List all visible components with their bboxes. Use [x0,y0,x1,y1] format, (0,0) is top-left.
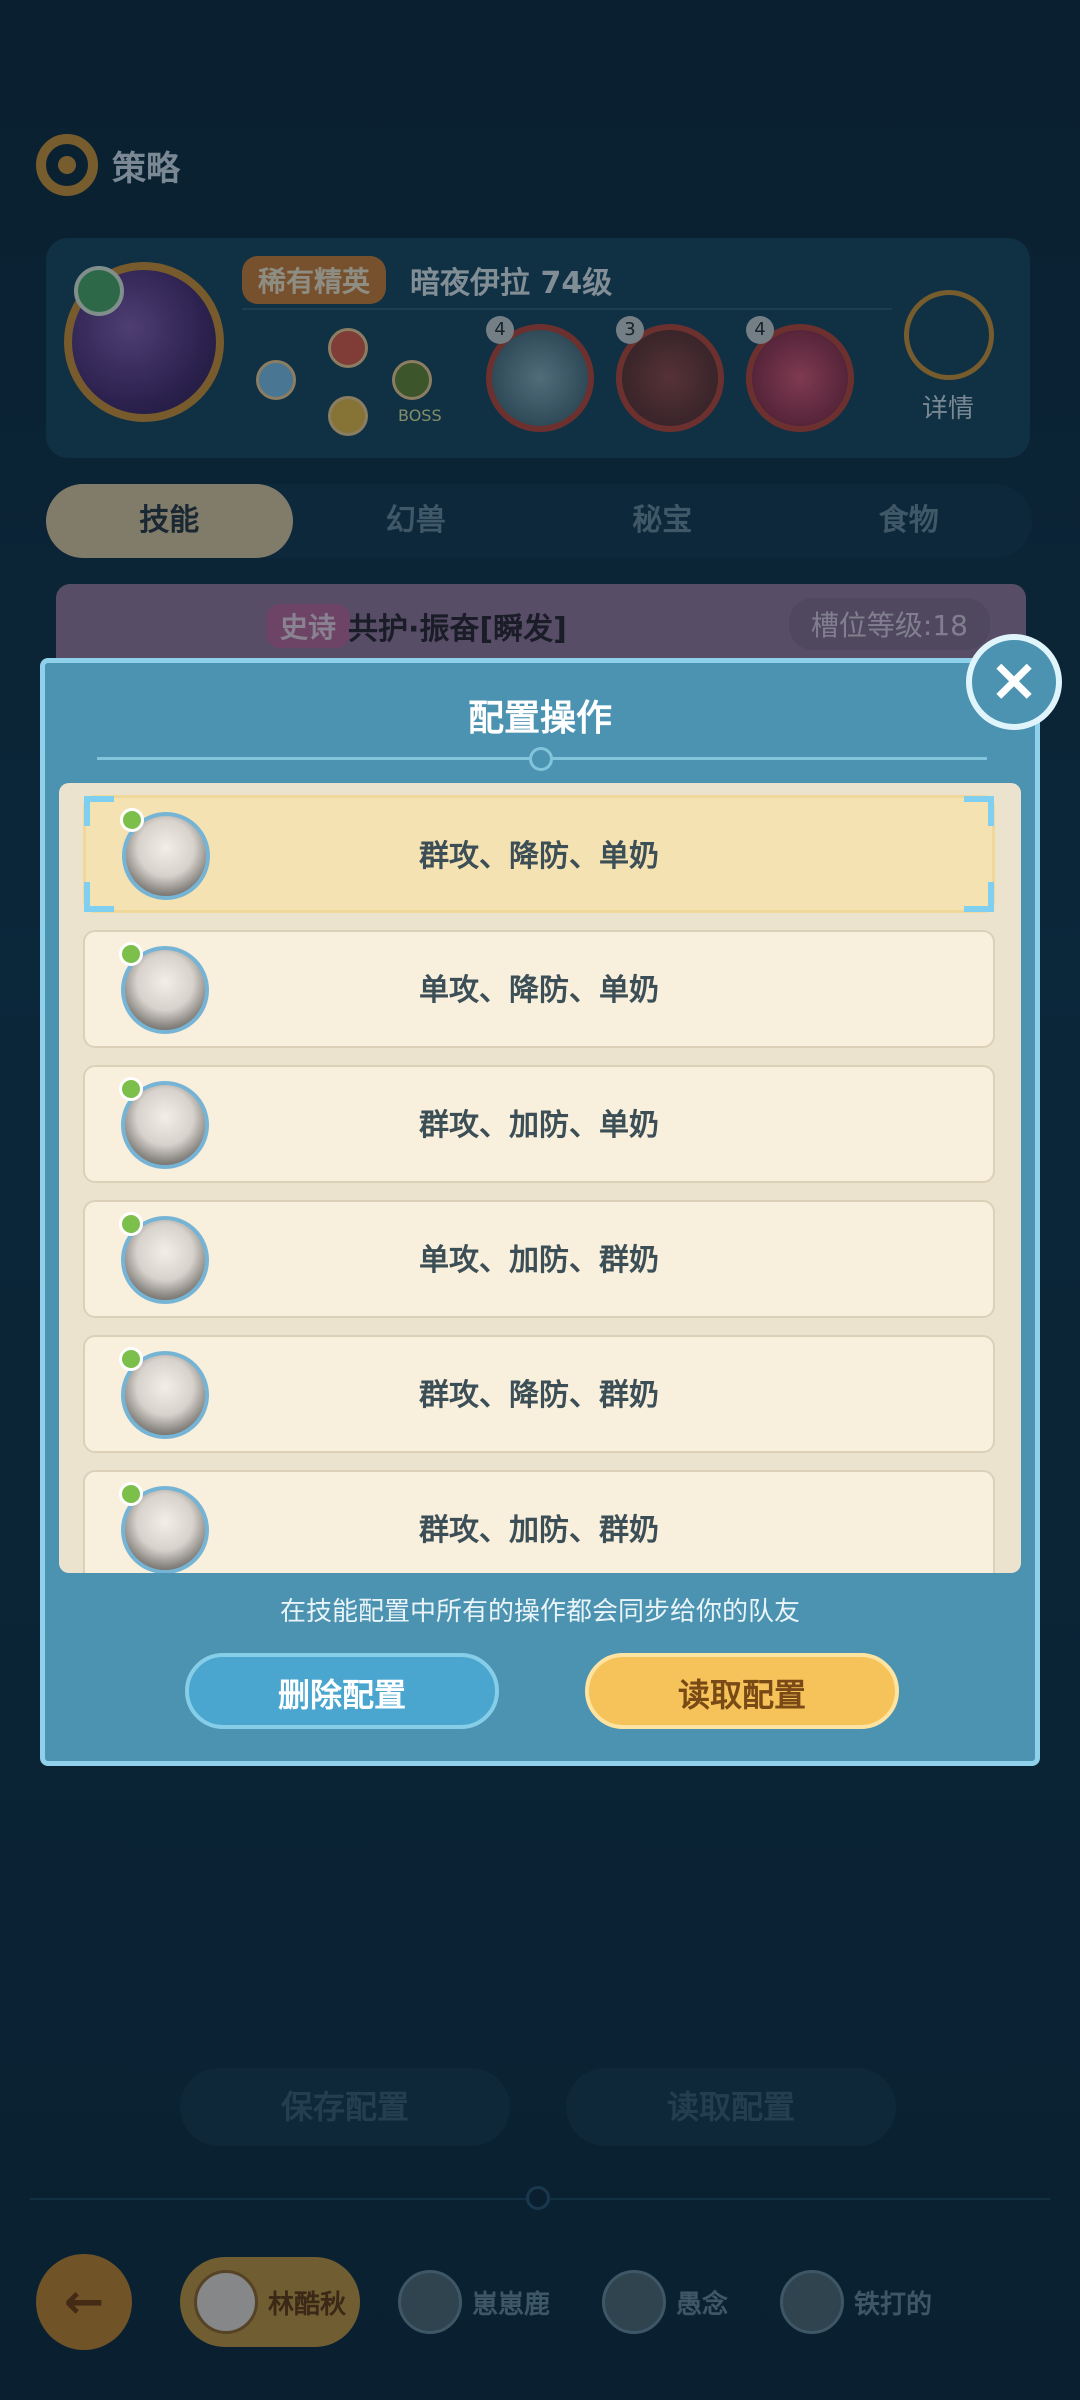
config-row[interactable]: 单攻、加防、群奶 [83,1200,995,1318]
delete-config-button[interactable]: 删除配置 [185,1653,499,1729]
load-config-button[interactable]: 读取配置 [585,1653,899,1729]
config-label: 单攻、加防、群奶 [419,1243,659,1278]
config-row[interactable]: 群攻、加防、单奶 [83,1065,995,1183]
close-icon[interactable]: × [966,634,1062,730]
config-label: 单攻、降防、单奶 [419,973,659,1008]
selection-corner [964,796,994,826]
config-row[interactable]: 群攻、加防、群奶 [83,1470,995,1573]
selection-corner [964,882,994,912]
gear-ornament-icon [529,747,553,771]
config-label: 群攻、降防、群奶 [419,1378,659,1413]
config-row[interactable]: 群攻、降防、单奶 [83,795,995,913]
config-label: 群攻、加防、群奶 [419,1513,659,1548]
selection-corner [84,796,114,826]
config-list[interactable]: 群攻、降防、单奶 单攻、降防、单奶 群攻、加防、单奶 单攻、加防、群奶 群攻、降… [59,783,1021,1573]
config-row[interactable]: 群攻、降防、群奶 [83,1335,995,1453]
config-row[interactable]: 单攻、降防、单奶 [83,930,995,1048]
selection-corner [84,882,114,912]
sync-note: 在技能配置中所有的操作都会同步给你的队友 [279,1597,800,1627]
config-label: 群攻、加防、单奶 [419,1108,659,1143]
dialog-title: 配置操作 [467,698,612,739]
config-label: 群攻、降防、单奶 [419,839,659,874]
config-dialog: 配置操作 群攻、降防、单奶 单攻、降防、单奶 群攻、加防、单奶 单攻、加防、群奶 [40,658,1040,1766]
